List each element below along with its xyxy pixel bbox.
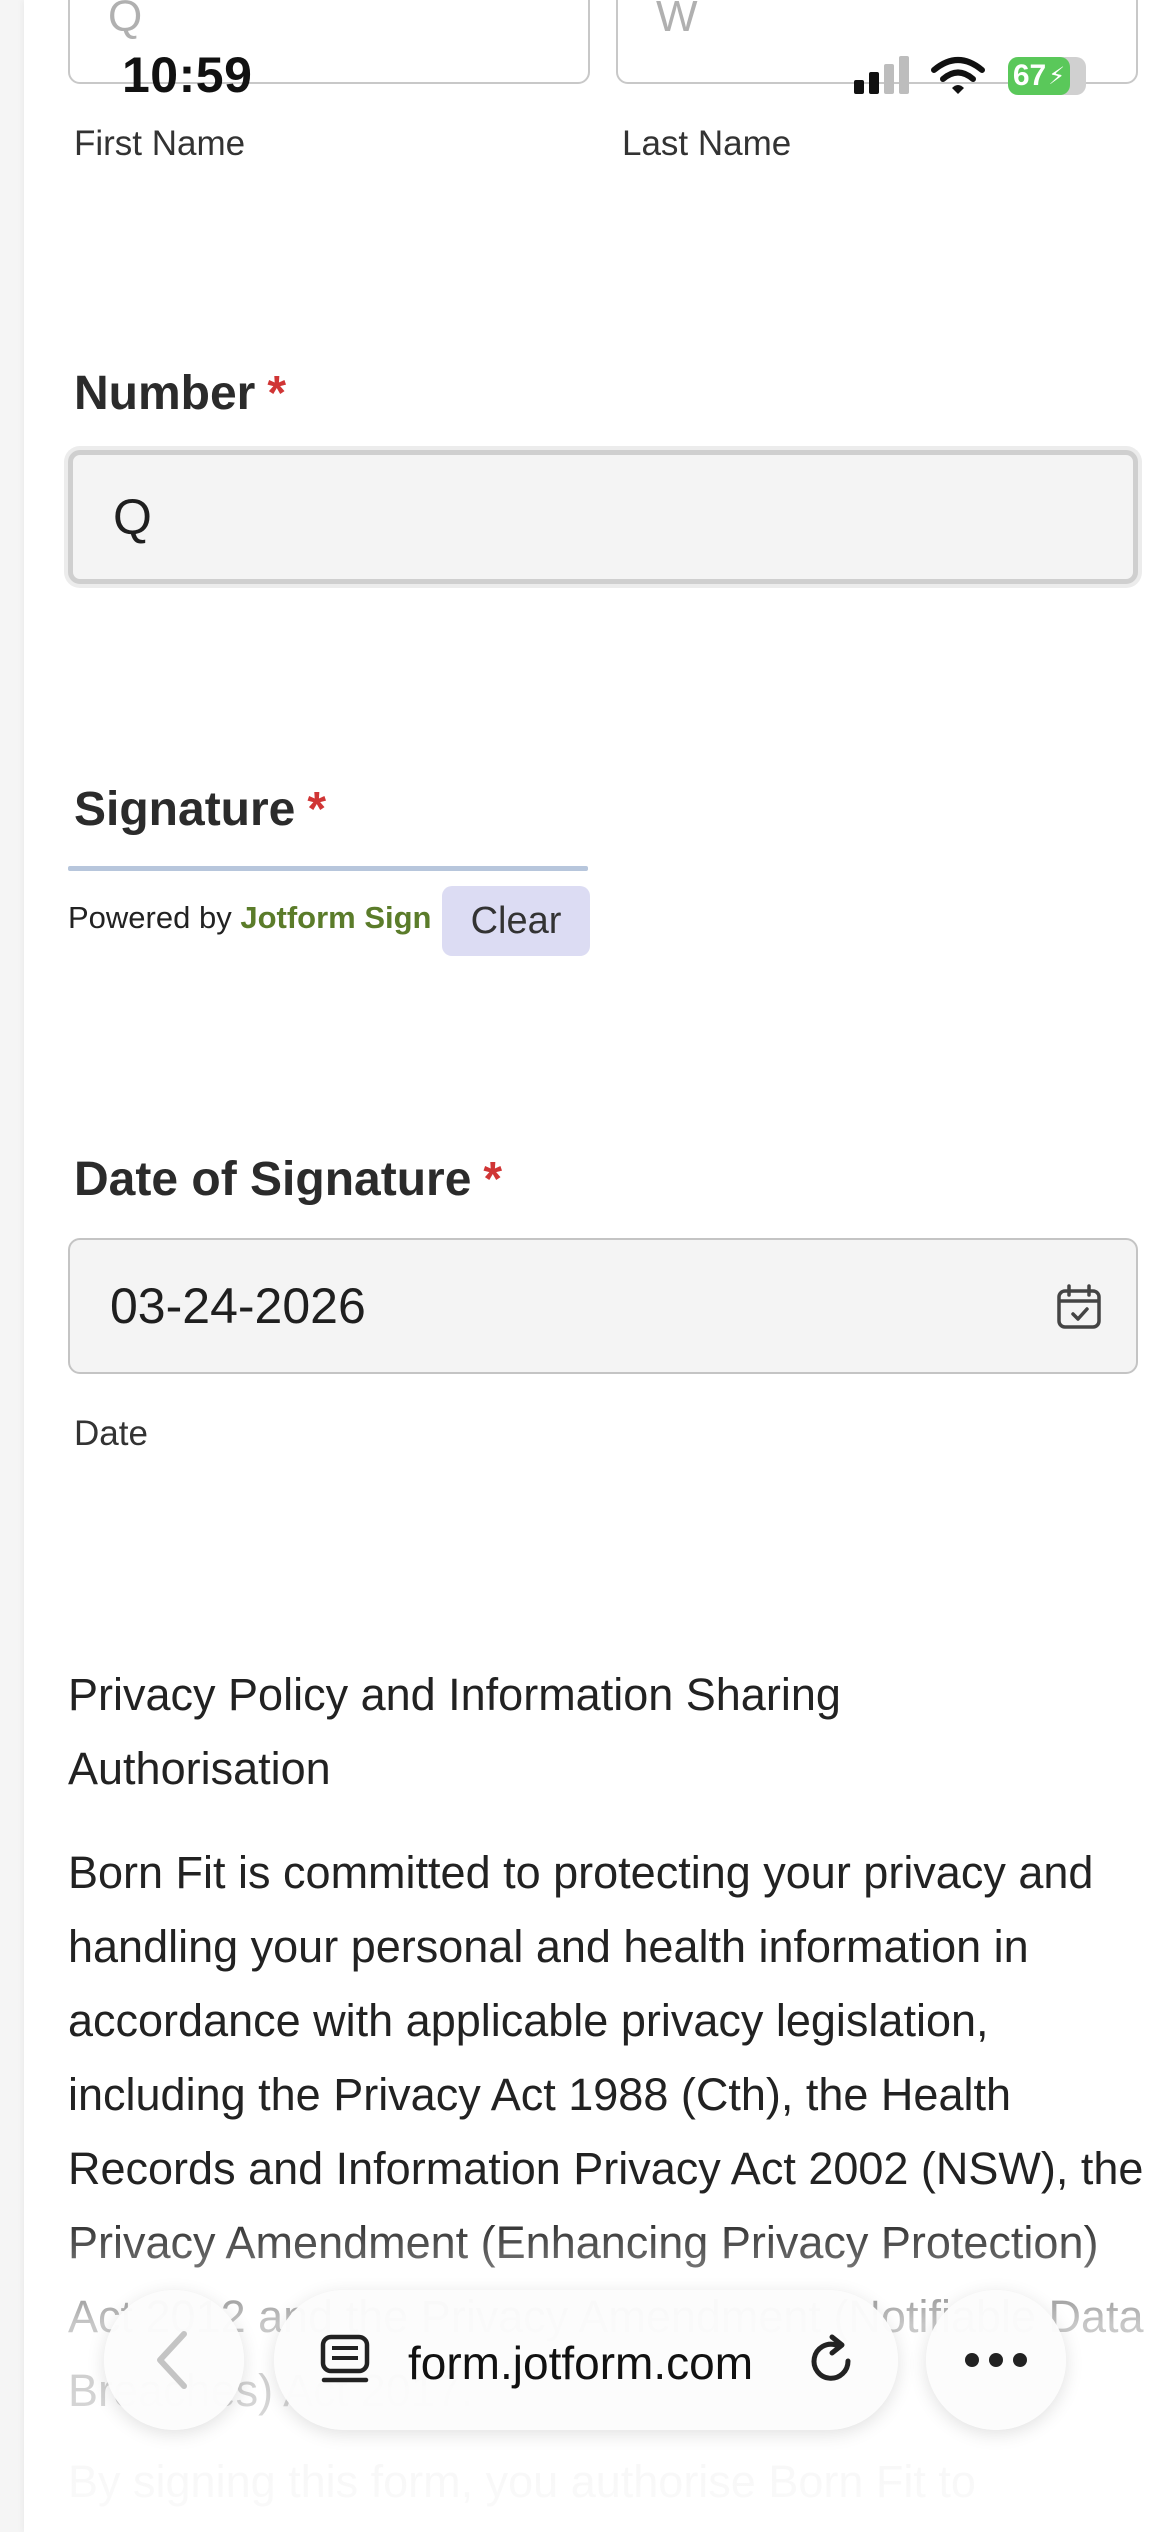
signature-label-text: Signature (74, 783, 296, 836)
privacy-title: Privacy Policy and Information Sharing A… (68, 1669, 841, 1794)
url-text: form.jotform.com (408, 2337, 754, 2389)
jotform-sign-brand: Jotform Sign (240, 900, 432, 935)
clear-signature-button[interactable]: Clear (442, 886, 590, 956)
more-options-button[interactable] (926, 2290, 1066, 2430)
signature-label: Signature * (74, 782, 326, 837)
wifi-icon (931, 57, 985, 94)
chevron-left-icon (157, 2331, 187, 2389)
cellular-signal-icon (854, 56, 909, 94)
date-of-signature-label: Date of Signature * (74, 1152, 502, 1207)
last-name-label: Last Name (622, 124, 792, 163)
powered-by-label: Powered by (68, 900, 241, 935)
reload-icon[interactable] (804, 2334, 858, 2388)
battery-indicator: 67 ⚡ (1008, 57, 1086, 95)
required-marker: * (483, 1153, 503, 1206)
date-value: 03-24-2026 (110, 1278, 366, 1334)
last-name-value: W (656, 0, 698, 41)
number-label-text: Number (74, 367, 256, 420)
tab-overview-icon[interactable] (318, 2334, 372, 2388)
number-input[interactable]: Q (68, 450, 1138, 584)
required-marker: * (307, 783, 327, 836)
first-name-value: Q (108, 0, 143, 41)
calendar-icon[interactable] (1056, 1284, 1102, 1330)
required-marker: * (267, 367, 287, 420)
signature-pad[interactable] (68, 866, 588, 871)
address-bar[interactable]: form.jotform.com (274, 2290, 898, 2430)
privacy-continued-text: By signing this form, you authorise Born… (68, 2456, 976, 2507)
number-value: Q (113, 489, 152, 545)
date-sublabel: Date (74, 1414, 148, 1453)
first-name-label: First Name (74, 124, 246, 163)
number-label: Number * (74, 366, 286, 421)
status-time: 10:59 (122, 47, 253, 103)
powered-by-text: Powered by Jotform Sign (68, 900, 432, 936)
more-horizontal-icon (965, 2353, 1027, 2367)
charging-bolt-icon: ⚡ (1048, 62, 1066, 90)
battery-level: 67 (1012, 59, 1047, 92)
status-icons: 67 ⚡ (852, 56, 1086, 96)
date-input[interactable]: 03-24-2026 (68, 1238, 1138, 1374)
back-button[interactable] (104, 2290, 244, 2430)
date-label-text: Date of Signature (74, 1153, 472, 1206)
